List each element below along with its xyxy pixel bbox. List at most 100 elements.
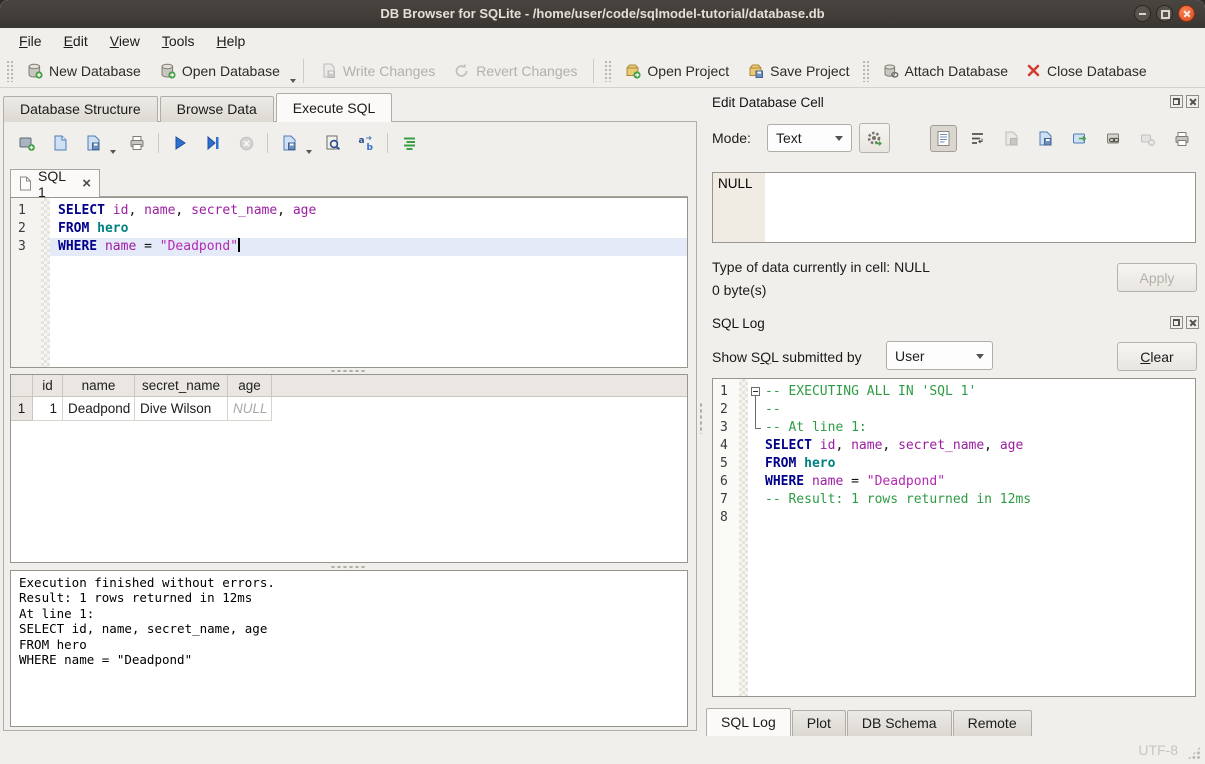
save-project-icon [747, 62, 764, 79]
open-database-button[interactable]: Open Database [150, 57, 289, 84]
row-number-cell[interactable]: 1 [11, 397, 33, 421]
import-data-icon[interactable] [1032, 125, 1059, 152]
tab-database-structure[interactable]: Database Structure [3, 96, 158, 122]
cell-size-info: 0 byte(s) [712, 282, 766, 298]
open-link-icon[interactable] [1100, 125, 1127, 152]
tab-remote[interactable]: Remote [953, 710, 1032, 736]
code-line[interactable]: SELECT id, name, secret_name, age [748, 437, 1195, 455]
column-header-secret-name[interactable]: secret_name [135, 375, 228, 396]
execute-all-icon[interactable] [168, 131, 192, 155]
close-dock-icon[interactable] [1186, 95, 1199, 108]
text-view-icon[interactable] [930, 125, 957, 152]
toolbar-drag-handle[interactable] [604, 60, 612, 82]
new-database-button[interactable]: New Database [17, 57, 150, 84]
sql-log-view[interactable]: 12345678 -- EXECUTING ALL IN 'SQL 1'----… [712, 378, 1196, 697]
menu-view[interactable]: View [99, 30, 151, 52]
close-sql-tab-icon[interactable]: × [82, 176, 91, 191]
cell-secret-name[interactable]: Dive Wilson [135, 397, 228, 421]
code-line[interactable]: -- EXECUTING ALL IN 'SQL 1' [748, 383, 1195, 401]
horizontal-splitter[interactable] [330, 369, 366, 373]
cell-editor-content[interactable] [765, 173, 1195, 242]
tab-browse-data[interactable]: Browse Data [160, 96, 274, 122]
close-dock-icon[interactable] [1186, 316, 1199, 329]
open-sql-tab-icon[interactable] [15, 131, 39, 155]
open-sql-file-icon[interactable] [48, 131, 72, 155]
open-project-button[interactable]: Open Project [615, 57, 738, 84]
sql-file-tab[interactable]: SQL 1 × [10, 169, 100, 197]
print-cell-icon[interactable] [1168, 125, 1195, 152]
code-line[interactable] [748, 509, 1195, 527]
cell-name[interactable]: Deadpond [63, 397, 135, 421]
code-line[interactable]: -- [748, 401, 1195, 419]
resize-grip[interactable] [1187, 746, 1201, 760]
code-line[interactable]: WHERE name = "Deadpond" [748, 473, 1195, 491]
gear-icon [865, 129, 884, 148]
export-results-icon[interactable] [277, 131, 301, 155]
revert-changes-button[interactable]: Revert Changes [444, 57, 586, 84]
close-button[interactable] [1178, 5, 1195, 22]
export-results-dropdown-icon[interactable] [306, 150, 312, 154]
float-dock-icon[interactable] [1170, 316, 1183, 329]
find-icon[interactable] [321, 131, 345, 155]
tab-plot[interactable]: Plot [792, 710, 846, 736]
code-line[interactable]: -- Result: 1 rows returned in 12ms [748, 491, 1195, 509]
save-sql-file-icon[interactable] [81, 131, 105, 155]
code-line[interactable]: WHERE name = "Deadpond" [50, 238, 687, 256]
main-toolbar: New Database Open Database Write Changes… [0, 54, 1205, 88]
toolbar-drag-handle[interactable] [862, 60, 870, 82]
clear-log-button[interactable]: Clear [1117, 342, 1197, 371]
maximize-button[interactable] [1156, 5, 1173, 22]
save-project-button[interactable]: Save Project [738, 57, 858, 84]
results-table[interactable]: id name secret_name age 1 1 Deadpond Div… [10, 374, 688, 563]
column-header-name[interactable]: name [63, 375, 135, 396]
menu-tools[interactable]: Tools [151, 30, 206, 52]
editor-code-area[interactable]: SELECT id, name, secret_name, ageFROM he… [50, 198, 687, 367]
stop-icon[interactable] [234, 131, 258, 155]
print-icon[interactable] [125, 131, 149, 155]
column-header-age[interactable]: age [228, 375, 272, 396]
code-line[interactable]: SELECT id, name, secret_name, age [50, 202, 687, 220]
sql-log-filter-select[interactable]: User [886, 341, 993, 370]
menu-edit[interactable]: Edit [53, 30, 99, 52]
open-database-dropdown-icon[interactable] [290, 79, 296, 83]
fold-marker[interactable] [748, 383, 765, 401]
toolbar-drag-handle[interactable] [6, 60, 14, 82]
tab-execute-sql[interactable]: Execute SQL [276, 93, 393, 122]
horizontal-splitter[interactable] [330, 565, 366, 569]
set-null-icon[interactable] [1134, 125, 1161, 152]
titlebar[interactable]: DB Browser for SQLite - /home/user/code/… [0, 0, 1205, 28]
cell-id[interactable]: 1 [33, 397, 63, 421]
write-changes-button[interactable]: Write Changes [311, 57, 444, 84]
mode-select[interactable]: Text [767, 124, 852, 152]
find-replace-icon[interactable]: ab [354, 131, 378, 155]
log-code-area[interactable]: -- EXECUTING ALL IN 'SQL 1'---- At line … [748, 379, 1195, 696]
sql-tab-label: SQL 1 [38, 168, 76, 200]
float-dock-icon[interactable] [1170, 95, 1183, 108]
menu-file[interactable]: File [8, 30, 53, 52]
sql-editor[interactable]: 123 SELECT id, name, secret_name, ageFRO… [10, 197, 688, 368]
minimize-button[interactable] [1134, 5, 1151, 22]
save-sql-dropdown-icon[interactable] [110, 150, 116, 154]
vertical-splitter[interactable] [699, 402, 703, 434]
cell-value-editor[interactable]: NULL [712, 172, 1196, 243]
code-line[interactable]: FROM hero [748, 455, 1195, 473]
execute-current-line-icon[interactable] [201, 131, 225, 155]
execution-message-box[interactable]: Execution finished without errors. Resul… [10, 570, 688, 727]
code-line[interactable]: FROM hero [50, 220, 687, 238]
close-database-button[interactable]: Close Database [1017, 58, 1156, 84]
export-data-icon[interactable] [1066, 125, 1093, 152]
word-wrap-icon[interactable] [964, 125, 991, 152]
attach-database-button[interactable]: Attach Database [873, 57, 1018, 84]
cell-age-null[interactable]: NULL [228, 397, 272, 421]
row-number-header [11, 375, 33, 396]
tab-sql-log[interactable]: SQL Log [706, 708, 791, 736]
auto-switch-mode-button[interactable] [859, 123, 890, 153]
tab-db-schema[interactable]: DB Schema [847, 710, 952, 736]
table-row[interactable]: 1 1 Deadpond Dive Wilson NULL [11, 397, 687, 421]
apply-button[interactable]: Apply [1117, 263, 1197, 292]
code-line[interactable]: -- At line 1: [748, 419, 1195, 437]
save-cell-icon[interactable] [998, 125, 1025, 152]
column-header-id[interactable]: id [33, 375, 63, 396]
format-sql-icon[interactable] [397, 131, 421, 155]
menu-help[interactable]: Help [206, 30, 257, 52]
